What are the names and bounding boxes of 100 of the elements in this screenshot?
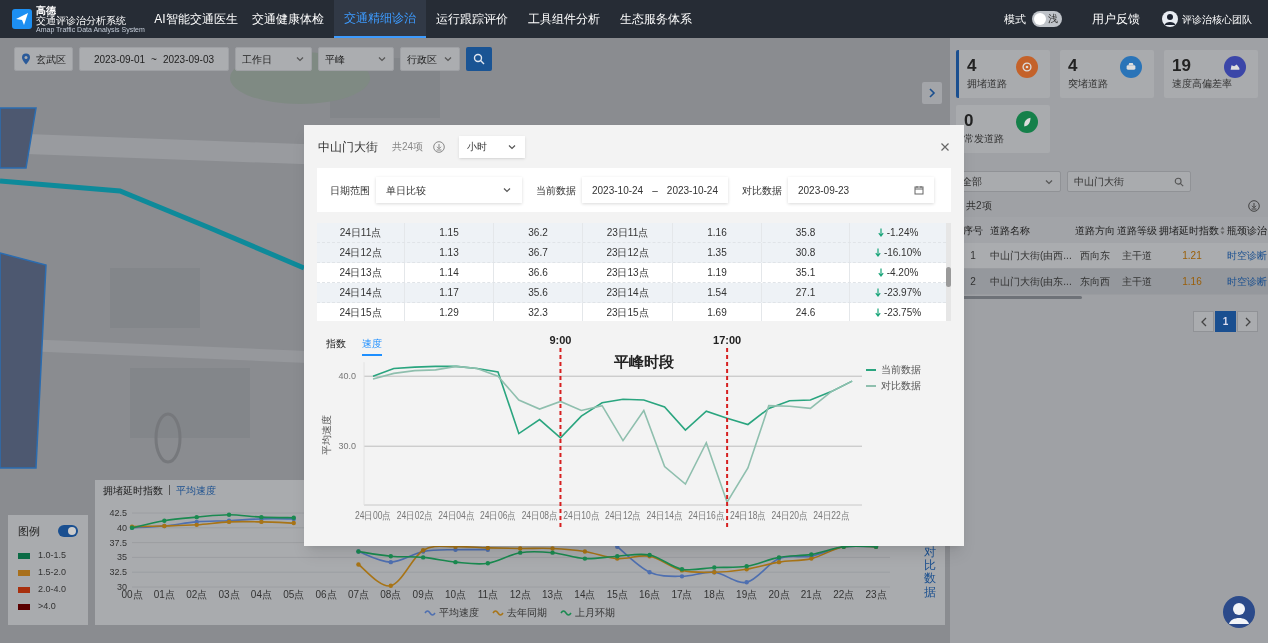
stat-value: 4 bbox=[967, 56, 978, 76]
date-range-field[interactable]: 2023-10-24 – 2023-10-24 bbox=[582, 177, 728, 203]
feedback-link[interactable]: 用户反馈 bbox=[1092, 10, 1140, 28]
axis-tick-label: 00点 bbox=[121, 589, 143, 600]
chart-tab[interactable]: 平均速度 bbox=[176, 482, 216, 498]
collapse-button[interactable] bbox=[922, 82, 942, 104]
field-label: 对比数据 bbox=[742, 183, 782, 198]
date-separator: – bbox=[652, 183, 658, 198]
column-header: 道路方向 bbox=[1075, 223, 1115, 238]
chevron-right-icon bbox=[928, 88, 936, 98]
axis-tick-label: 40 bbox=[117, 522, 127, 533]
stat-label: 速度高偏差率 bbox=[1172, 77, 1233, 91]
close-icon[interactable] bbox=[940, 141, 950, 152]
axis-tick-label: 24日06点 bbox=[480, 510, 523, 521]
download-icon[interactable] bbox=[433, 140, 446, 153]
stat-card[interactable]: 19 速度高偏差率 bbox=[1164, 50, 1258, 98]
axis-tick-label: 06点 bbox=[315, 589, 337, 600]
table-cell: 36.2 bbox=[494, 223, 583, 242]
location-pin-icon bbox=[21, 53, 31, 65]
chevron-down-icon bbox=[443, 54, 453, 64]
stat-value: 4 bbox=[1068, 56, 1079, 76]
stat-card[interactable]: 4 突堵道路 bbox=[1060, 50, 1154, 98]
legend-label: 1.0-1.5 bbox=[38, 549, 67, 563]
marker-label: 17:00 bbox=[713, 334, 742, 346]
previous-page-button[interactable] bbox=[1193, 311, 1214, 332]
nav-tab[interactable]: 生态服务体系 bbox=[610, 0, 702, 38]
axis-tick-label: 05点 bbox=[283, 589, 305, 600]
table-cell: 24日14点 bbox=[317, 283, 405, 302]
axis-tick-label: 42.5 bbox=[109, 508, 127, 518]
search-button[interactable] bbox=[466, 47, 492, 71]
table-cell: 35.6 bbox=[494, 283, 583, 302]
nav-tab[interactable]: 工具组件分析 bbox=[518, 0, 610, 38]
legend-toggle[interactable] bbox=[58, 525, 78, 538]
select-field[interactable]: 平峰 bbox=[318, 47, 394, 71]
user-name: 评诊治核心团队 bbox=[1182, 12, 1252, 27]
date-field[interactable]: 2023-09-23 bbox=[788, 177, 934, 203]
select-field[interactable]: 小时 bbox=[459, 135, 526, 158]
table-cell: 1.14 bbox=[405, 263, 494, 282]
select-field[interactable]: 行政区 bbox=[400, 47, 460, 71]
axis-tick-label: 15点 bbox=[606, 589, 628, 600]
table-cell-text: -23.75% bbox=[883, 306, 922, 320]
axis-tick-label: 07点 bbox=[347, 589, 369, 600]
axis-tick-label: 16点 bbox=[639, 589, 661, 600]
nav-tab[interactable]: AI智能交通医生 bbox=[150, 0, 242, 38]
table-cell-text: 中山门大街(由西... bbox=[990, 249, 1073, 263]
nav-tab[interactable]: 交通健康体检 bbox=[242, 0, 334, 38]
stat-value: 0 bbox=[964, 111, 975, 131]
table-cell-text: 中山门大街(由东... bbox=[990, 275, 1073, 289]
table-cell-text: 1 bbox=[969, 249, 977, 263]
axis-tick-label: 23点 bbox=[865, 589, 887, 600]
district-selector[interactable]: 玄武区 bbox=[14, 47, 73, 71]
table-cell: 36.7 bbox=[494, 243, 583, 262]
end-date: 2023-10-24 bbox=[666, 183, 718, 198]
legend-label: 平均速度 bbox=[439, 607, 479, 618]
legend-swatch bbox=[560, 610, 572, 616]
axis-tick-label: 02点 bbox=[186, 589, 208, 600]
select-field[interactable]: 工作日 bbox=[235, 47, 312, 71]
logo-brand: 高德 bbox=[36, 5, 56, 16]
page-button[interactable]: 1 bbox=[1215, 311, 1236, 332]
diagnose-link[interactable]: 时空诊断 bbox=[1226, 243, 1268, 268]
legend-swatch bbox=[492, 610, 504, 616]
legend-swatch bbox=[424, 610, 436, 616]
table-cell: 24日12点 bbox=[317, 243, 405, 262]
nav-tab[interactable]: 交通精细诊治 bbox=[334, 0, 426, 38]
date-range-field[interactable]: 2023-09-01 ~ 2023-09-03 bbox=[79, 47, 229, 71]
table-cell-text: -4.20% bbox=[886, 266, 919, 280]
field-label: 当前数据 bbox=[536, 183, 576, 198]
select-field[interactable]: 单日比较 bbox=[376, 177, 522, 203]
axis-tick-label: 12点 bbox=[509, 589, 531, 600]
legend-title: 图例 bbox=[18, 524, 40, 539]
axis-tick-label: 24日12点 bbox=[604, 510, 648, 521]
mode-toggle[interactable]: 浅 bbox=[1032, 11, 1062, 27]
search-field[interactable]: 中山门大街 bbox=[1067, 171, 1191, 192]
result-count: 共2项 bbox=[966, 199, 992, 213]
logo-title: 交通评诊治分析系统 bbox=[36, 15, 127, 26]
next-page-button[interactable] bbox=[1237, 311, 1258, 332]
stat-card[interactable]: 0 常发道路 bbox=[956, 105, 1050, 153]
chart-tab[interactable]: 拥堵延时指数 bbox=[103, 482, 163, 498]
table-cell: 1.35 bbox=[673, 243, 762, 262]
scrollbar[interactable] bbox=[946, 267, 951, 287]
axis-tick-label: 24日18点 bbox=[729, 510, 773, 521]
nav-tab[interactable]: 运行跟踪评价 bbox=[426, 0, 518, 38]
table-cell: 1.13 bbox=[405, 243, 494, 262]
table-cell: 32.3 bbox=[494, 303, 583, 321]
compare-data-link[interactable]: 对比数据 bbox=[924, 546, 936, 625]
table-cell: 35.8 bbox=[762, 223, 850, 242]
table-cell: 30.8 bbox=[762, 243, 850, 262]
chevron-right-icon bbox=[1243, 316, 1252, 327]
start-date: 2023-09-01 bbox=[93, 52, 146, 67]
download-icon[interactable] bbox=[1248, 199, 1260, 212]
axis-tick-label: 10点 bbox=[444, 589, 467, 600]
table-cell: 1.15 bbox=[405, 223, 494, 242]
chevron-down-icon bbox=[502, 185, 512, 195]
axis-tick-label: 20点 bbox=[768, 589, 790, 600]
legend-label: 当前数据 bbox=[881, 364, 921, 375]
chevron-down-icon bbox=[377, 54, 387, 64]
stat-card[interactable]: 4 拥堵道路 bbox=[956, 50, 1050, 98]
column-header: 瓶颈诊治 bbox=[1227, 223, 1267, 238]
stat-label: 常发道路 bbox=[964, 132, 1005, 146]
chart-tab[interactable]: 指数 bbox=[326, 336, 346, 356]
